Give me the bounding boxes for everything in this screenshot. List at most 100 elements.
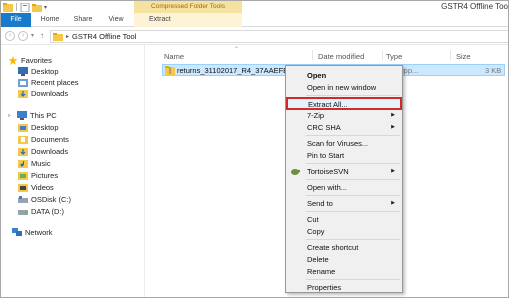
videos-icon <box>18 183 28 192</box>
menu-item-delete[interactable]: Delete <box>287 254 401 265</box>
nav-label: Documents <box>31 134 69 144</box>
tab-view[interactable]: View <box>99 13 133 27</box>
back-button[interactable]: ‹ <box>5 31 15 41</box>
menu-label: 7-Zip <box>307 111 325 120</box>
context-menu: Open Open in new window Extract All... 7… <box>285 65 403 293</box>
nav-label: This PC <box>30 110 57 120</box>
drive-icon <box>18 209 28 215</box>
nav-network[interactable]: Network <box>12 227 53 237</box>
quick-access-toolbar: ▾ <box>3 2 47 12</box>
nav-videos[interactable]: Videos <box>18 182 54 192</box>
pictures-icon <box>18 171 28 180</box>
column-type[interactable]: Type <box>386 52 402 61</box>
nav-label: Recent places <box>31 77 79 87</box>
menu-item-cut[interactable]: Cut <box>287 214 401 225</box>
menu-item-open-with[interactable]: Open with... <box>287 182 401 193</box>
divider[interactable] <box>450 50 451 60</box>
breadcrumb[interactable]: GSTR4 Offline Tool <box>72 32 136 41</box>
divider[interactable] <box>312 50 313 60</box>
menu-item-open-new-window[interactable]: Open in new window <box>287 82 401 93</box>
expand-chevron-icon[interactable]: ▹ <box>8 112 14 119</box>
submenu-arrow-icon: ▶ <box>391 112 395 118</box>
menu-label: Properties <box>307 283 342 292</box>
tab-extract[interactable]: Extract <box>134 13 242 27</box>
divider <box>306 163 400 164</box>
navigation-bar: ‹ › ▾ ↑ ▸ GSTR4 Offline Tool <box>1 28 508 45</box>
menu-label: TortoiseSVN <box>307 167 349 176</box>
divider <box>306 195 400 196</box>
menu-item-7zip[interactable]: 7-Zip ▶ <box>287 110 401 121</box>
menu-item-extract-all[interactable]: Extract All... <box>286 97 402 110</box>
recent-locations-chevron-icon[interactable]: ▾ <box>31 32 34 39</box>
nav-desktop-fav[interactable]: Desktop <box>18 66 59 76</box>
desktop-folder-icon <box>18 123 28 132</box>
nav-recent-places[interactable]: Recent places <box>18 77 79 87</box>
address-bar[interactable]: ▸ GSTR4 Offline Tool <box>50 30 508 43</box>
menu-item-scan-viruses[interactable]: Scan for Viruses... <box>287 138 401 149</box>
menu-item-open[interactable]: Open <box>287 70 401 81</box>
divider <box>16 3 17 11</box>
menu-label: Extract All... <box>308 100 348 109</box>
nav-downloads[interactable]: Downloads <box>18 146 68 156</box>
nav-documents[interactable]: Documents <box>18 134 69 144</box>
menu-item-send-to[interactable]: Send to ▶ <box>287 198 401 209</box>
tab-file[interactable]: File <box>1 13 31 27</box>
file-size: 3 KB <box>485 66 502 75</box>
nav-label: Music <box>31 158 51 168</box>
nav-music[interactable]: Music <box>18 158 51 168</box>
menu-label: Send to <box>307 199 333 208</box>
nav-label: DATA (D:) <box>31 206 65 216</box>
submenu-arrow-icon: ▶ <box>391 168 395 174</box>
explorer-window: ▾ Compressed Folder Tools GSTR4 Offline … <box>0 0 509 298</box>
nav-data-drive[interactable]: DATA (D:) <box>18 206 64 216</box>
window-title: GSTR4 Offline Too <box>441 2 508 11</box>
divider <box>306 179 400 180</box>
title-bar: ▾ Compressed Folder Tools GSTR4 Offline … <box>1 1 508 13</box>
contextual-tab-group: Compressed Folder Tools <box>134 1 242 13</box>
menu-item-crc-sha[interactable]: CRC SHA ▶ <box>287 122 401 133</box>
column-headers: Name ⌃ Date modified Type Size <box>146 47 508 62</box>
nav-pictures[interactable]: Pictures <box>18 170 58 180</box>
submenu-arrow-icon: ▶ <box>391 124 395 130</box>
folder-icon <box>53 32 63 41</box>
customize-qat-icon[interactable]: ▾ <box>44 4 47 11</box>
menu-item-tortoisesvn[interactable]: TortoiseSVN ▶ <box>287 166 401 177</box>
explorer-icon[interactable] <box>3 2 13 12</box>
divider[interactable] <box>382 50 383 60</box>
forward-button[interactable]: › <box>18 31 28 41</box>
nav-favorites[interactable]: Favorites <box>8 55 52 65</box>
menu-item-create-shortcut[interactable]: Create shortcut <box>287 242 401 253</box>
menu-label: Create shortcut <box>307 243 359 252</box>
divider <box>306 239 400 240</box>
menu-item-copy[interactable]: Copy <box>287 226 401 237</box>
nav-desktop[interactable]: Desktop <box>18 122 59 132</box>
nav-downloads-fav[interactable]: Downloads <box>18 88 68 98</box>
computer-icon <box>17 110 27 120</box>
nav-label: Favorites <box>21 55 52 65</box>
nav-label: Pictures <box>31 170 59 180</box>
nav-label: Network <box>25 227 53 237</box>
network-icon <box>12 227 22 236</box>
new-folder-icon[interactable] <box>32 3 42 12</box>
nav-this-pc[interactable]: ▹ This PC <box>8 110 57 120</box>
zip-folder-icon <box>165 66 175 75</box>
menu-label: Pin to Start <box>307 151 345 160</box>
tab-home[interactable]: Home <box>33 13 67 27</box>
menu-item-rename[interactable]: Rename <box>287 266 401 277</box>
recent-places-icon <box>18 78 28 87</box>
column-size[interactable]: Size <box>456 52 471 61</box>
menu-label: Open <box>307 71 327 80</box>
nav-osdisk[interactable]: OSDisk (C:) <box>18 194 71 204</box>
menu-item-properties[interactable]: Properties <box>287 282 401 293</box>
up-arrow-icon[interactable]: ↑ <box>40 31 44 40</box>
column-date-modified[interactable]: Date modified <box>318 52 364 61</box>
properties-icon[interactable] <box>20 2 30 12</box>
chevron-right-icon[interactable]: ▸ <box>66 33 69 40</box>
menu-label: Scan for Viruses... <box>307 139 369 148</box>
menu-item-pin-to-start[interactable]: Pin to Start <box>287 150 401 161</box>
column-name[interactable]: Name <box>164 52 184 61</box>
divider <box>306 95 400 96</box>
nav-label: Downloads <box>31 146 69 156</box>
nav-label: OSDisk (C:) <box>31 194 71 204</box>
tab-share[interactable]: Share <box>67 13 99 27</box>
